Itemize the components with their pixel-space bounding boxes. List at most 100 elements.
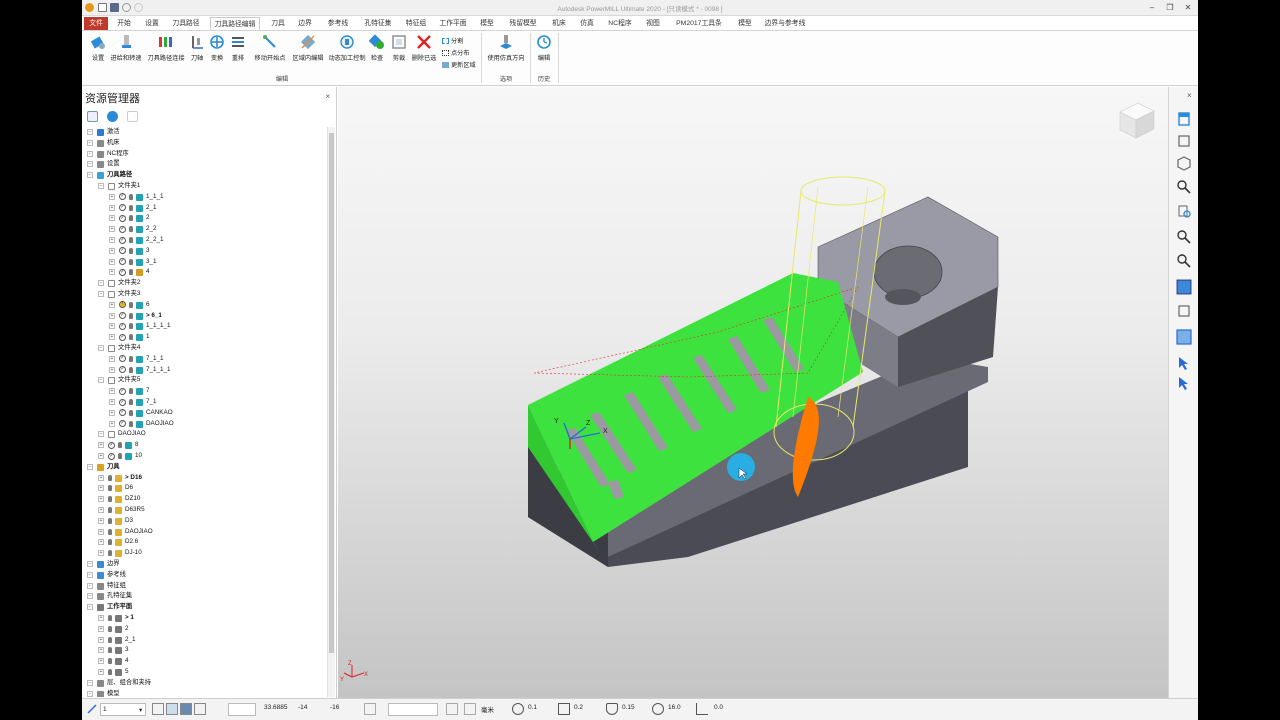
expand-toggle-icon[interactable]: + — [98, 442, 104, 449]
expand-toggle-icon[interactable]: + — [98, 507, 104, 513]
zoom-fit-icon[interactable] — [1176, 203, 1192, 219]
tab-nc-program[interactable]: NC程序 — [604, 17, 636, 30]
reorder-button[interactable]: 重排 — [230, 34, 246, 66]
tab-file[interactable]: 文件 — [84, 17, 108, 30]
visibility-bulb-icon[interactable] — [118, 442, 122, 449]
tab-toolpath-edit[interactable]: 刀具路径编辑 — [210, 17, 260, 30]
maximize-button[interactable]: ❐ — [1164, 2, 1176, 13]
visibility-bulb-icon[interactable] — [129, 312, 133, 319]
visibility-bulb-icon[interactable] — [118, 453, 122, 459]
tree-item[interactable]: + ✓ 1 — [82, 332, 322, 343]
tab-pm2017-toolbar[interactable]: PM2017工具条 — [670, 17, 728, 30]
edit-region-button[interactable]: 区域内编辑 — [290, 34, 326, 66]
view-toolbar-close-icon[interactable]: × — [1187, 91, 1192, 100]
check-status-icon[interactable]: ✓ — [108, 452, 115, 460]
tree-item[interactable]: + ✓ 7_1_1_1 — [82, 365, 322, 376]
expand-toggle-icon[interactable]: + — [98, 669, 104, 675]
check-status-icon[interactable]: ✓ — [119, 258, 126, 266]
tree-item[interactable]: − 孔特征集 — [82, 591, 322, 602]
tree-item[interactable]: +2 — [82, 624, 322, 635]
tree-item[interactable]: + ✓ 1_1_1 — [82, 192, 322, 203]
visibility-bulb-icon[interactable] — [108, 550, 112, 557]
grid-icon[interactable] — [166, 703, 178, 715]
tab-hole-feature-set[interactable]: 孔特征集 — [360, 17, 396, 30]
delete-selected-button[interactable]: 删除已选 — [410, 34, 438, 66]
check-status-icon[interactable]: ✓ — [119, 409, 126, 417]
check-status-icon[interactable]: ✓ — [119, 398, 126, 406]
thickness-value[interactable]: 0.2 — [574, 704, 583, 711]
check-status-icon[interactable]: ✓ — [119, 333, 126, 341]
tab-boundary[interactable]: 边界 — [294, 17, 316, 30]
expand-toggle-icon[interactable]: + — [109, 258, 115, 265]
tree-item[interactable]: + DAOJIAO — [82, 527, 322, 538]
explorer-close-button[interactable]: × — [325, 92, 330, 101]
zoom-icon[interactable] — [1176, 179, 1192, 195]
expand-toggle-icon[interactable]: − — [87, 571, 93, 578]
check-status-icon[interactable]: ✓ — [119, 268, 126, 276]
input-field[interactable] — [388, 703, 438, 716]
visibility-bulb-icon[interactable] — [108, 539, 112, 546]
view-iso-icon[interactable] — [1176, 133, 1192, 149]
expand-toggle-icon[interactable]: + — [109, 301, 115, 308]
tree-item[interactable]: − DAOJIAO — [82, 429, 322, 440]
tab-view[interactable]: 视图 — [642, 17, 664, 30]
tree-item[interactable]: + ✓ 2 — [82, 213, 322, 224]
toolpath-connect-button[interactable]: 刀具路径连接 — [146, 34, 186, 66]
tree-item[interactable]: + ✓ 2_1 — [82, 203, 322, 214]
tab-feature-group[interactable]: 特征组 — [402, 17, 430, 30]
tree-item[interactable]: + ✓ > 6_1 — [82, 311, 322, 322]
expand-toggle-icon[interactable]: − — [98, 377, 104, 384]
expand-toggle-icon[interactable]: + — [98, 474, 104, 481]
expand-toggle-icon[interactable]: − — [87, 582, 93, 589]
workplane-select[interactable]: 1 ▾ — [100, 703, 146, 716]
check-status-icon[interactable]: ✓ — [119, 214, 126, 222]
tree-item[interactable]: − 边界 — [82, 559, 322, 570]
transform-button[interactable]: 变换 — [208, 34, 226, 66]
shaded-wireframe-icon[interactable] — [1176, 329, 1192, 345]
tree-item[interactable]: +3 — [82, 645, 322, 656]
visibility-bulb-icon[interactable] — [129, 409, 133, 416]
expand-toggle-icon[interactable]: + — [109, 226, 115, 233]
coords-icon[interactable] — [194, 703, 206, 715]
tab-toolpaths[interactable]: 刀具路径 — [168, 17, 204, 30]
expand-toggle-icon[interactable]: + — [109, 237, 115, 243]
explorer-globe-icon[interactable] — [107, 111, 118, 122]
visibility-bulb-icon[interactable] — [129, 247, 133, 254]
tree-item[interactable]: + ✓ 3_1 — [82, 257, 322, 268]
visibility-bulb-icon[interactable] — [108, 636, 112, 643]
expand-toggle-icon[interactable]: + — [109, 193, 115, 200]
visibility-bulb-icon[interactable] — [108, 496, 112, 503]
visibility-bulb-icon[interactable] — [108, 474, 112, 481]
tab-home[interactable]: 开始 — [113, 17, 135, 30]
expand-toggle-icon[interactable]: + — [109, 366, 115, 373]
tree-item[interactable]: + ✓ 7_1 — [82, 397, 322, 408]
expand-toggle-icon[interactable]: + — [109, 388, 115, 395]
tree-item[interactable]: − 文件夹3 — [82, 289, 322, 300]
visibility-bulb-icon[interactable] — [108, 517, 112, 524]
close-button[interactable]: ✕ — [1182, 2, 1194, 13]
tree-item[interactable]: − 文件夹1 — [82, 181, 322, 192]
visibility-bulb-icon[interactable] — [108, 615, 112, 621]
visibility-bulb-icon[interactable] — [108, 647, 112, 654]
tree-item[interactable]: + D6 — [82, 483, 322, 494]
expand-toggle-icon[interactable]: + — [98, 528, 104, 535]
expand-toggle-icon[interactable]: − — [98, 431, 104, 438]
tree-item[interactable]: − 刀具 — [82, 462, 322, 473]
zoom-in-icon[interactable] — [1176, 229, 1192, 245]
snap-icon[interactable] — [152, 703, 164, 715]
expand-toggle-icon[interactable]: − — [87, 679, 93, 686]
tree-item[interactable]: − 机床 — [82, 138, 322, 149]
check-status-icon[interactable]: ✓ — [119, 322, 126, 330]
explorer-view-icon[interactable] — [87, 111, 98, 122]
visibility-bulb-icon[interactable] — [129, 323, 133, 330]
visibility-bulb-icon[interactable] — [129, 399, 133, 405]
visibility-bulb-icon[interactable] — [108, 669, 112, 675]
rapid-value[interactable]: 16.0 — [668, 704, 681, 711]
tree-item[interactable]: + ✓ 3 — [82, 246, 322, 257]
visibility-bulb-icon[interactable] — [129, 215, 133, 222]
tree-item[interactable]: + ✓ 10 — [82, 451, 322, 462]
expand-toggle-icon[interactable]: − — [98, 291, 104, 297]
use-simulation-direction-button[interactable]: 使用仿真方向 — [486, 34, 526, 66]
tree-item[interactable]: + D63R5 — [82, 505, 322, 516]
expand-toggle-icon[interactable]: + — [98, 485, 104, 492]
